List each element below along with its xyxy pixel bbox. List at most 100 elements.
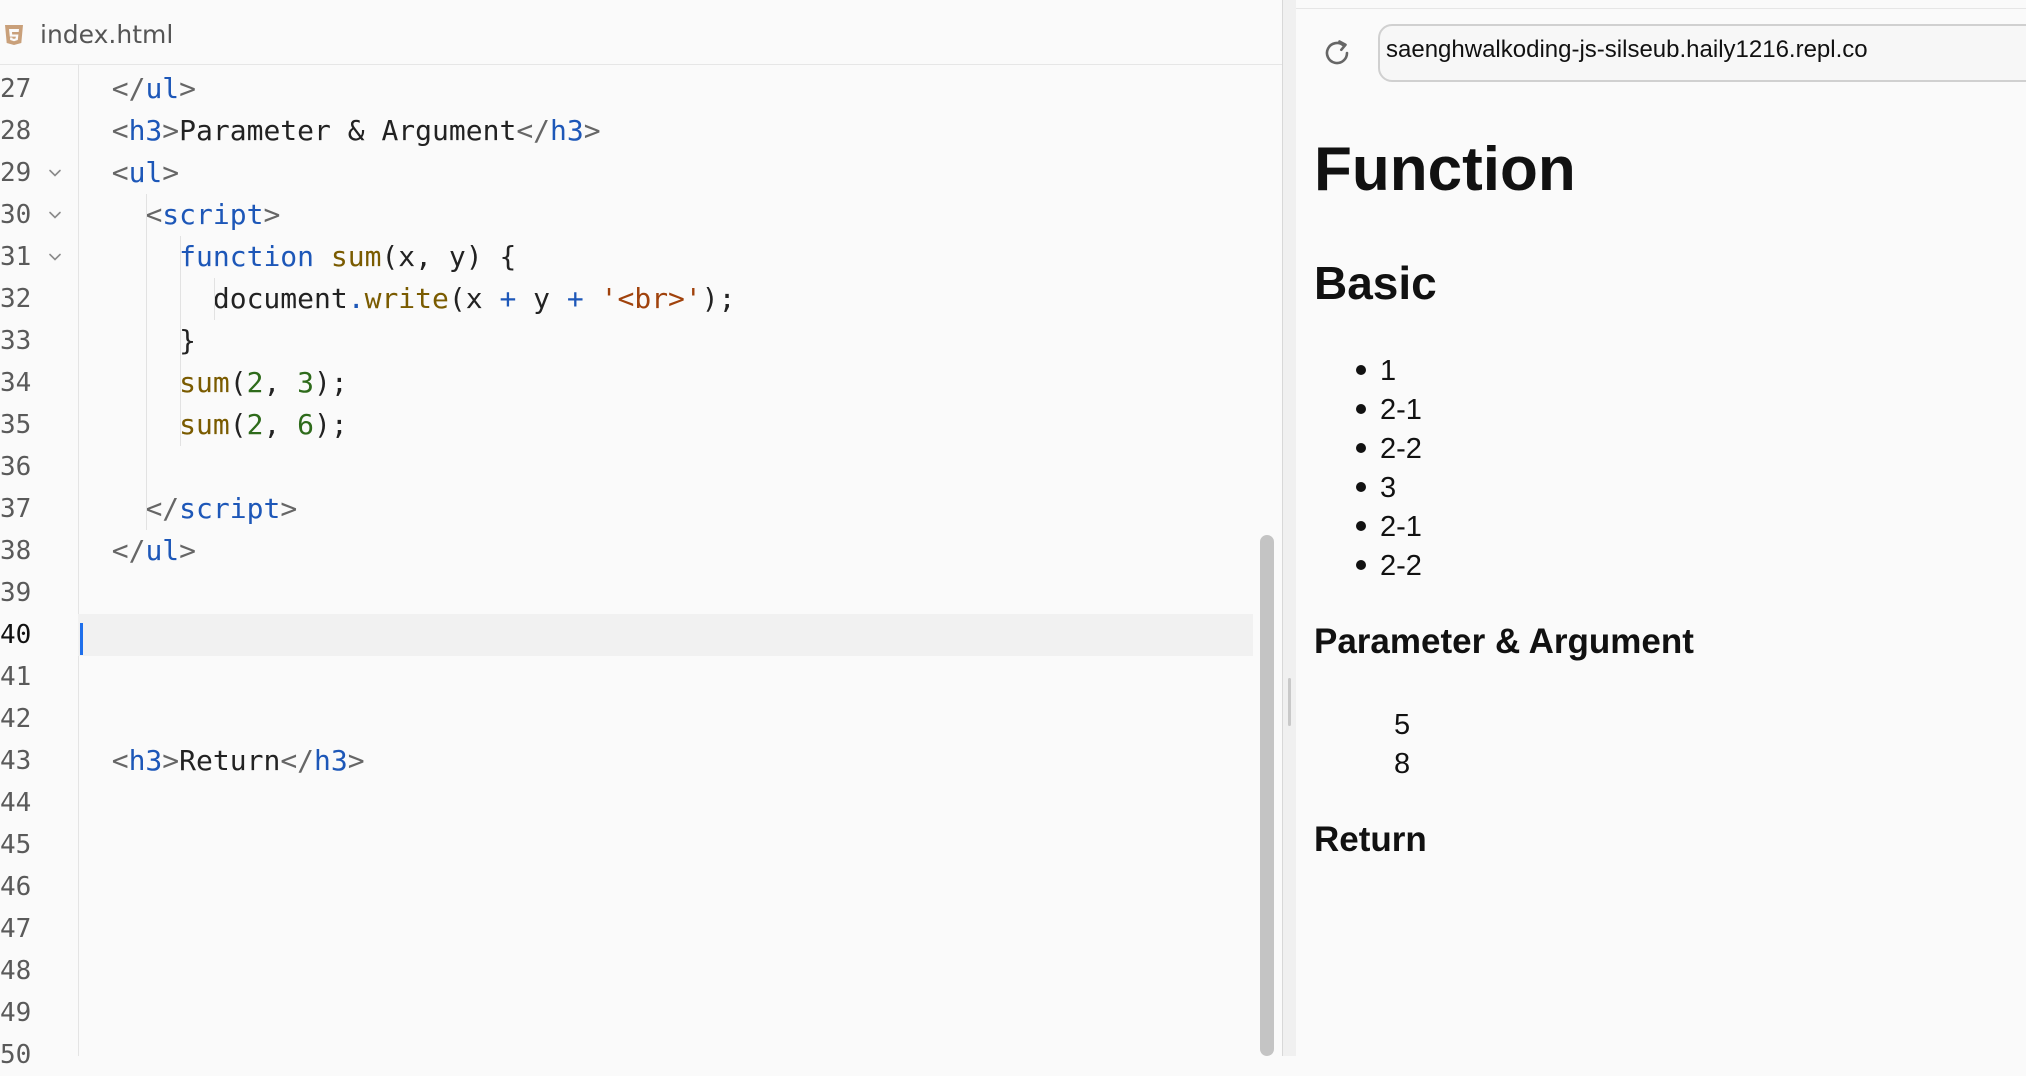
- line-number: 29: [0, 158, 32, 188]
- code-token: 3: [297, 366, 315, 399]
- code-token: >: [263, 198, 281, 231]
- line-number: 47: [0, 914, 32, 944]
- line-number: 39: [0, 578, 32, 608]
- code-line[interactable]: [78, 698, 1253, 740]
- code-token: h3: [128, 114, 163, 147]
- code-token: h3: [550, 114, 584, 147]
- pane-resize-handle[interactable]: [1288, 678, 1291, 726]
- code-token: sum: [330, 240, 382, 273]
- line-number: 41: [0, 662, 32, 692]
- code-line[interactable]: sum(2, 3);: [78, 362, 1253, 404]
- code-line[interactable]: <h3>Parameter & Argument</h3>: [78, 110, 1253, 152]
- code-line[interactable]: [78, 950, 1253, 992]
- code-line[interactable]: <ul>: [78, 152, 1253, 194]
- code-token: >: [162, 156, 180, 189]
- indent-guide: [213, 278, 215, 320]
- code-token: </: [111, 72, 146, 105]
- code-line[interactable]: sum(2, 6);: [78, 404, 1253, 446]
- text-cursor: [80, 623, 83, 655]
- line-number: 46: [0, 872, 32, 902]
- code-token: y: [516, 282, 567, 315]
- url-text[interactable]: saenghwalkoding-js-silseub.haily1216.rep…: [1386, 36, 1868, 64]
- basic-list-item: 2-1: [1356, 391, 1422, 430]
- line-number: 36: [0, 452, 32, 482]
- code-token: </: [111, 534, 146, 567]
- code-token: >: [179, 72, 197, 105]
- code-token: Return: [179, 744, 281, 777]
- html5-icon: [5, 25, 23, 45]
- code-line[interactable]: [78, 866, 1253, 908]
- code-line[interactable]: [78, 446, 1253, 488]
- section-heading-return: Return: [1314, 820, 1427, 859]
- line-number: 45: [0, 830, 32, 860]
- code-line[interactable]: [78, 656, 1253, 698]
- line-number: 50: [0, 1040, 32, 1070]
- code-line[interactable]: </ul>: [78, 530, 1253, 572]
- editor-tab-label[interactable]: index.html: [40, 20, 173, 49]
- code-line[interactable]: }: [78, 320, 1253, 362]
- code-area[interactable]: </ul> <h3>Parameter & Argument</h3> <ul>…: [78, 64, 1253, 1056]
- code-line[interactable]: </script>: [78, 488, 1253, 530]
- code-token: <: [145, 198, 163, 231]
- code-token: </: [516, 114, 551, 147]
- code-line[interactable]: [78, 824, 1253, 866]
- code-token: ul: [145, 72, 180, 105]
- line-number: 40: [0, 620, 32, 650]
- editor-scrollbar-thumb[interactable]: [1260, 535, 1274, 1056]
- code-token: );: [701, 282, 736, 315]
- code-line[interactable]: function sum(x, y) {: [78, 236, 1253, 278]
- line-number: 28: [0, 116, 32, 146]
- list-item-text: 2-1: [1380, 511, 1422, 543]
- code-token: ,: [263, 408, 298, 441]
- code-token: sum: [179, 366, 230, 399]
- code-token: <: [111, 156, 129, 189]
- code-token: (x: [448, 282, 500, 315]
- code-line[interactable]: [78, 782, 1253, 824]
- fold-chevron-icon[interactable]: [48, 166, 62, 180]
- list-item-text: 3: [1380, 472, 1397, 504]
- code-line[interactable]: [78, 1034, 1253, 1056]
- bullet-icon: [1356, 560, 1366, 571]
- fold-chevron-icon[interactable]: [48, 250, 62, 264]
- reload-icon[interactable]: [1320, 36, 1354, 70]
- basic-list-item: 3: [1356, 469, 1396, 508]
- code-token: <: [111, 114, 129, 147]
- code-token: script: [179, 492, 281, 525]
- code-token: function: [179, 240, 315, 273]
- line-number: 30: [0, 200, 32, 230]
- code-token: >: [280, 492, 298, 525]
- code-token: >: [347, 744, 365, 777]
- code-token: '<br>': [600, 282, 702, 315]
- code-token: +: [499, 282, 517, 315]
- code-line[interactable]: [78, 572, 1253, 614]
- list-item-text: 1: [1380, 355, 1397, 387]
- code-editor-pane: index.html 27 28 29 30 31 32 33 34 35 36 37 38 39 40 4…: [0, 0, 1282, 1070]
- code-token: >: [179, 534, 197, 567]
- webview-top-strip: [1296, 0, 2026, 9]
- code-token: +: [566, 282, 584, 315]
- code-line[interactable]: [78, 992, 1253, 1034]
- editor-tab-bar: index.html: [0, 0, 1282, 65]
- bullet-icon: [1356, 443, 1366, 454]
- code-token: h3: [128, 744, 163, 777]
- code-token: sum: [179, 408, 230, 441]
- code-line[interactable]: <h3>Return</h3>: [78, 740, 1253, 782]
- indent-guide: [146, 194, 148, 530]
- code-token: (: [229, 366, 247, 399]
- code-token: }: [111, 324, 197, 357]
- code-line[interactable]: [78, 908, 1253, 950]
- code-token: <: [111, 744, 129, 777]
- line-number: 38: [0, 536, 32, 566]
- code-token: (x, y) {: [381, 240, 517, 273]
- line-number: 32: [0, 284, 32, 314]
- line-number: 49: [0, 998, 32, 1028]
- fold-chevron-icon[interactable]: [48, 208, 62, 222]
- code-line[interactable]: [78, 614, 1253, 656]
- code-line[interactable]: document.write(x + y + '<br>');: [78, 278, 1253, 320]
- code-line[interactable]: <script>: [78, 194, 1253, 236]
- page-heading-function: Function: [1314, 135, 1576, 204]
- code-token: (: [229, 408, 247, 441]
- basic-list-item: 2-1: [1356, 508, 1422, 547]
- code-line[interactable]: </ul>: [78, 68, 1253, 110]
